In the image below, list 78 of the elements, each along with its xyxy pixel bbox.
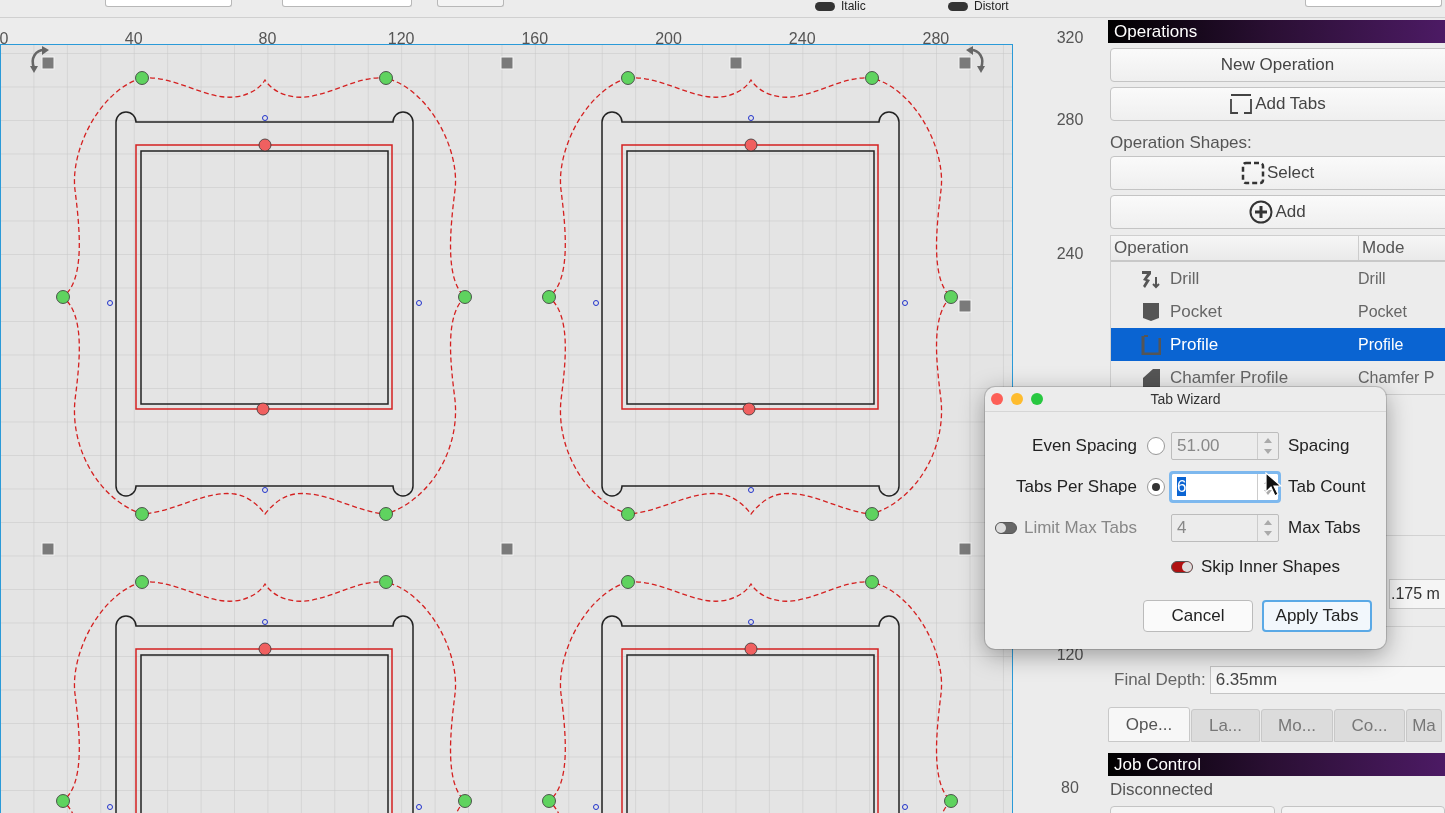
dialog-title: Tab Wizard bbox=[1150, 391, 1221, 407]
handle-icon[interactable] bbox=[958, 542, 972, 556]
operation-name: Drill bbox=[1170, 268, 1200, 289]
operation-name: Chamfer Profile bbox=[1170, 367, 1289, 388]
connection-status: Disconnected bbox=[1110, 780, 1214, 801]
field-label: Final Depth: bbox=[1114, 670, 1206, 690]
toggle-icon[interactable] bbox=[948, 1, 968, 11]
ruler-label: 80 bbox=[1061, 779, 1079, 797]
table-row[interactable]: Chamfer Profile Chamfer P bbox=[1111, 361, 1445, 394]
panel-button[interactable]: Add Tabs bbox=[1110, 87, 1445, 121]
drill-icon bbox=[1141, 268, 1161, 289]
add-icon bbox=[1249, 200, 1274, 224]
frame-drawing[interactable] bbox=[542, 71, 958, 521]
panel-button[interactable]: New Operation bbox=[1110, 48, 1445, 82]
operation-mode: Pocket bbox=[1357, 302, 1407, 321]
column-header[interactable]: Operation bbox=[1111, 236, 1359, 260]
ruler-label: 0 bbox=[0, 30, 9, 48]
frame-drawing[interactable] bbox=[56, 71, 472, 521]
toggle-switch[interactable] bbox=[1171, 561, 1193, 573]
ruler-label: 320 bbox=[1056, 29, 1084, 47]
option-label: Limit Max Tabs bbox=[1023, 517, 1137, 538]
option-label: Even Spacing bbox=[1032, 435, 1137, 456]
toggle-label: Distort bbox=[974, 0, 1009, 13]
value-field[interactable]: .175 m bbox=[1389, 579, 1445, 609]
table-row[interactable]: Pocket Pocket bbox=[1111, 295, 1445, 328]
handle-icon[interactable] bbox=[958, 56, 972, 70]
close-button[interactable] bbox=[991, 393, 1003, 405]
selection-icon bbox=[1240, 161, 1265, 185]
ruler-label: 240 bbox=[1056, 245, 1084, 263]
panel-button[interactable]: Select bbox=[1110, 156, 1445, 190]
pocket-icon bbox=[1141, 301, 1161, 322]
column-header[interactable]: Mode bbox=[1359, 236, 1405, 260]
operation-name: Pocket bbox=[1170, 301, 1222, 322]
operation-mode: Chamfer P bbox=[1357, 368, 1435, 387]
operation-mode: Drill bbox=[1357, 269, 1386, 288]
rotate-icon[interactable] bbox=[30, 46, 49, 73]
unit-label: Max Tabs bbox=[1287, 517, 1362, 538]
panel-header: Operations bbox=[1108, 20, 1445, 43]
toggle-label: Italic bbox=[841, 0, 866, 13]
section-label: Operation Shapes: bbox=[1110, 133, 1253, 151]
dialog-button[interactable]: Cancel bbox=[1143, 600, 1253, 632]
square-outline-icon bbox=[1141, 334, 1161, 355]
option-label: Skip Inner Shapes bbox=[1201, 557, 1340, 577]
ruler-label: 80 bbox=[258, 30, 277, 48]
tab[interactable]: Ope... bbox=[1108, 707, 1190, 742]
panel-header: Job Control bbox=[1108, 753, 1445, 776]
handle-icon[interactable] bbox=[500, 542, 514, 556]
tabs-icon bbox=[1229, 93, 1254, 115]
unit-label: Spacing bbox=[1287, 435, 1351, 456]
unit-label: Tab Count bbox=[1287, 476, 1367, 497]
depth-field[interactable]: 6.35mm bbox=[1209, 666, 1445, 694]
ruler-label: 120 bbox=[387, 30, 415, 48]
design-canvas[interactable] bbox=[0, 44, 1013, 813]
table-row[interactable]: Drill Drill bbox=[1111, 262, 1445, 295]
handle-icon[interactable] bbox=[41, 542, 55, 556]
dialog-button[interactable]: Apply Tabs bbox=[1262, 600, 1372, 632]
operation-name: Profile bbox=[1170, 334, 1219, 355]
radio-button[interactable] bbox=[1147, 477, 1165, 496]
toggle-icon[interactable] bbox=[815, 1, 835, 11]
handle-icon[interactable] bbox=[729, 56, 743, 70]
option-label: Tabs Per Shape bbox=[1016, 476, 1137, 497]
ruler-label: 40 bbox=[124, 30, 143, 48]
ruler-label: 280 bbox=[1056, 111, 1084, 129]
ruler-label: 160 bbox=[521, 30, 549, 48]
ruler-label: 280 bbox=[922, 30, 950, 48]
handle-icon[interactable] bbox=[41, 56, 55, 70]
chamfer-icon bbox=[1141, 367, 1161, 388]
operation-mode: Profile bbox=[1357, 335, 1404, 354]
panel-button[interactable]: Add bbox=[1110, 195, 1445, 229]
frame-drawing[interactable] bbox=[542, 575, 958, 813]
frame-drawing[interactable] bbox=[56, 575, 472, 813]
rotate-icon[interactable] bbox=[966, 46, 985, 73]
handle-icon[interactable] bbox=[958, 299, 972, 313]
ruler-label: 200 bbox=[655, 30, 682, 48]
table-row[interactable]: Profile Profile bbox=[1111, 328, 1445, 361]
zoom-button[interactable] bbox=[1031, 393, 1043, 405]
ruler-label: 240 bbox=[788, 30, 816, 48]
handle-icon[interactable] bbox=[500, 56, 514, 70]
